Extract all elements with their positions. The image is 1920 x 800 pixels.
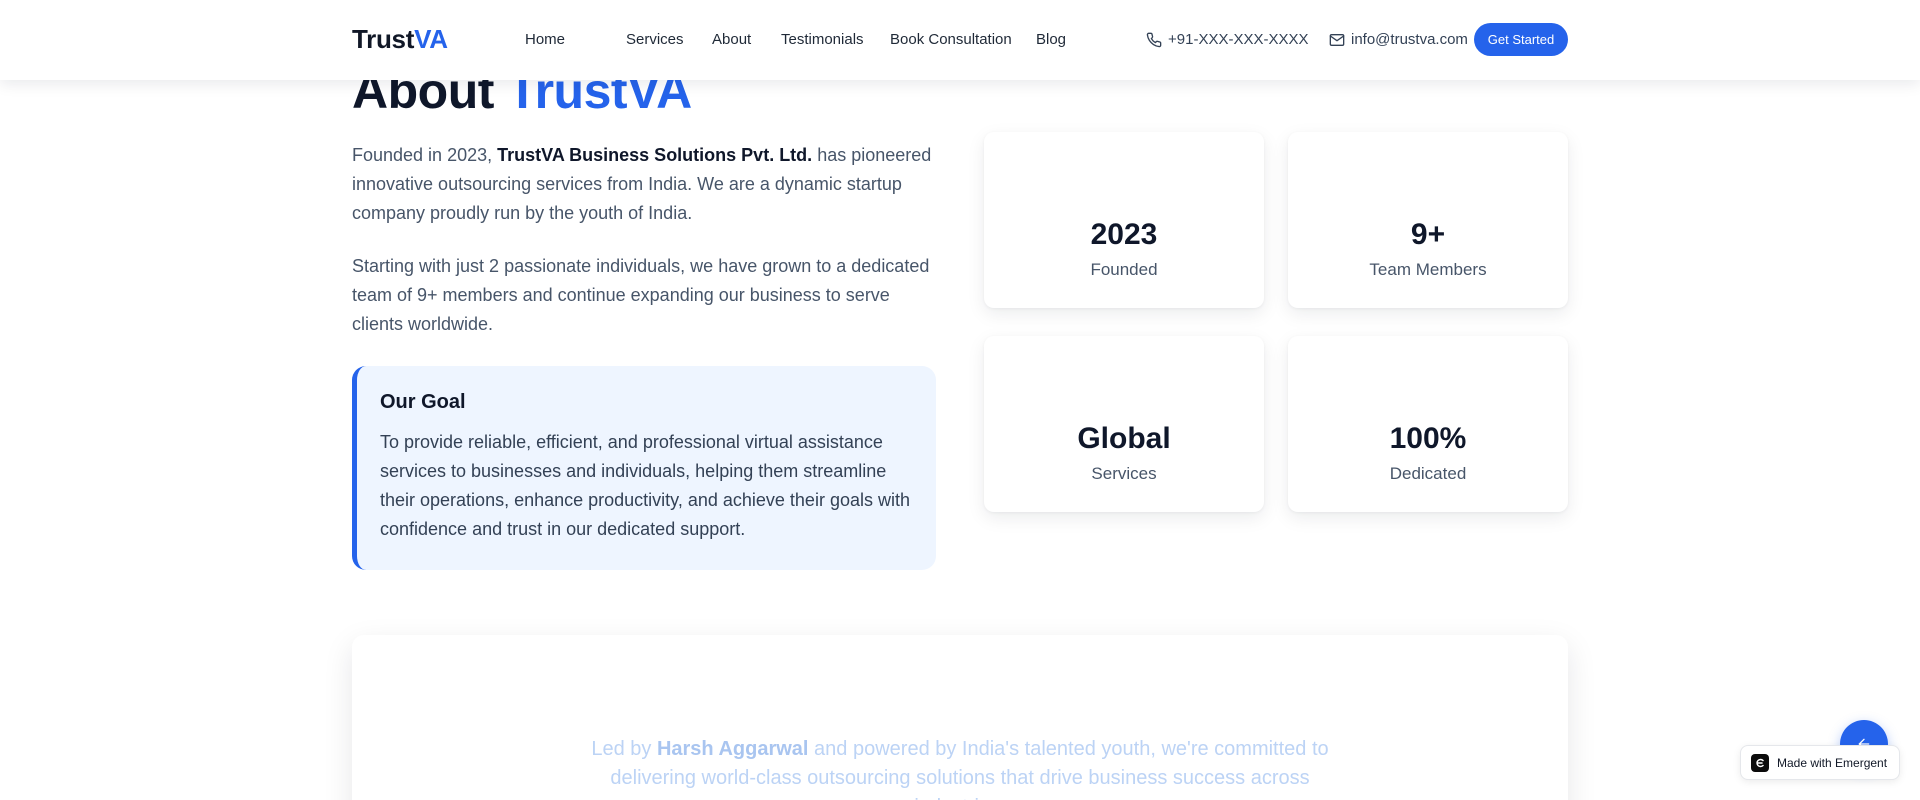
about-paragraph-1: Founded in 2023, TrustVA Business Soluti…	[352, 141, 942, 228]
stat-card-founded: 2023 Founded	[984, 132, 1264, 308]
site-header: TrustVA Home Services About Testimonials…	[0, 0, 1920, 80]
get-started-button[interactable]: Get Started	[1474, 23, 1568, 56]
mission-prefix: Led by	[591, 738, 652, 760]
stat-value: 9+	[1410, 218, 1446, 251]
stat-card-dedicated: 100% Dedicated	[1288, 336, 1568, 512]
phone-number: +91-XXX-XXX-XXXX	[1168, 31, 1309, 48]
goal-text: To provide reliable, efficient, and prof…	[380, 432, 910, 539]
badge-label: Made with Emergent	[1777, 755, 1888, 770]
nav-testimonials[interactable]: Testimonials	[781, 31, 864, 48]
logo-main: Trust	[352, 24, 415, 54]
phone-icon	[1146, 32, 1162, 47]
made-with-emergent-badge[interactable]: Made with Emergent	[1740, 745, 1900, 780]
goal-title: Our Goal	[380, 391, 466, 413]
mission-text: Led by Harsh Aggarwal and powered by Ind…	[580, 735, 1340, 800]
stat-value: Global	[1077, 422, 1171, 455]
emergent-logo-icon	[1751, 753, 1769, 772]
company-name: TrustVA Business Solutions Pvt. Ltd.	[497, 145, 813, 165]
nav-book-consultation[interactable]: Book Consultation	[890, 31, 1012, 48]
nav-home[interactable]: Home	[525, 31, 565, 48]
email-contact[interactable]: info@trustva.com	[1329, 31, 1468, 48]
logo[interactable]: TrustVA	[352, 24, 448, 55]
about-paragraph-2: Starting with just 2 passionate individu…	[352, 256, 930, 334]
email-address: info@trustva.com	[1351, 31, 1468, 48]
stat-label: Founded	[1090, 260, 1158, 279]
logo-accent: VA	[414, 24, 448, 54]
stat-label: Dedicated	[1389, 464, 1467, 483]
goal-box: Our Goal To provide reliable, efficient,…	[352, 366, 936, 570]
stat-label: Team Members	[1369, 260, 1487, 279]
nav-blog[interactable]: Blog	[1036, 31, 1066, 48]
nav-services[interactable]: Services	[626, 31, 684, 48]
stat-label: Services	[1091, 464, 1157, 483]
stat-value: 100%	[1389, 422, 1467, 455]
phone-contact[interactable]: +91-XXX-XXX-XXXX	[1146, 31, 1308, 48]
stat-card-team: 9+ Team Members	[1288, 132, 1568, 308]
nav-about[interactable]: About	[712, 31, 751, 48]
mail-icon	[1329, 33, 1345, 46]
stat-card-global: Global Services	[984, 336, 1264, 512]
stat-value: 2023	[1090, 218, 1158, 251]
para1-prefix: Founded in 2023,	[352, 145, 493, 165]
founder-name: Harsh Aggarwal	[656, 738, 809, 760]
